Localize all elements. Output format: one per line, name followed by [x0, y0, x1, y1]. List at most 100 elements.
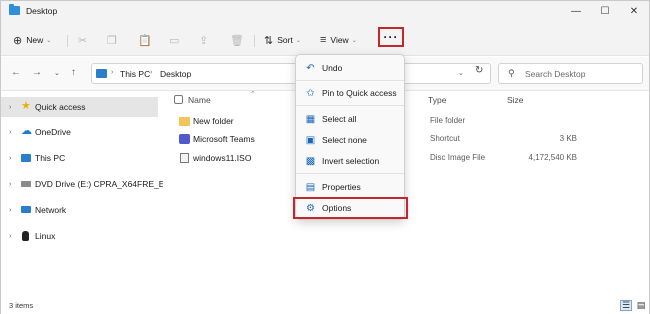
chevron-right-icon[interactable]: ›	[9, 181, 11, 188]
menu-item-properties[interactable]: ▤ Properties	[298, 178, 402, 196]
file-explorer-window: Desktop — ☐ ✕ ⊕ New ⌄ ✂ ❐ 📋 ▭ ⇪ 🗑 ⇅ Sort…	[0, 0, 650, 314]
chevron-right-icon[interactable]: ›	[9, 104, 11, 111]
menu-item-invert-selection[interactable]: ▩ Invert selection	[298, 152, 402, 170]
chevron-right-icon[interactable]: ›	[9, 129, 11, 136]
sidebar-item-linux[interactable]: › Linux	[1, 226, 158, 246]
sidebar-item-this-pc[interactable]: › This PC	[1, 148, 158, 168]
column-header-size[interactable]: Size	[507, 95, 524, 105]
file-row-new-folder[interactable]: New folder File folder	[163, 114, 649, 132]
folder-icon	[179, 117, 190, 126]
forward-button[interactable]: →	[32, 67, 42, 78]
copy-icon: ❐	[107, 34, 117, 47]
toolbar-divider	[254, 35, 255, 47]
see-more-button[interactable]: ···	[378, 27, 404, 47]
menu-item-select-all[interactable]: ▦ Select all	[298, 110, 402, 128]
network-icon	[21, 206, 31, 213]
file-row-windows11-iso[interactable]: windows11.ISO Disc Image File 4,172,540 …	[163, 151, 649, 169]
menu-item-pin-to-quick-access[interactable]: ✩ Pin to Quick access	[298, 84, 402, 102]
view-lines-icon: ≡	[320, 34, 327, 46]
column-header-name[interactable]: Name	[188, 95, 211, 105]
new-label: New	[26, 35, 44, 45]
up-button[interactable]: ↑	[71, 67, 76, 78]
rename-icon: ▭	[169, 34, 180, 47]
menu-divider	[296, 173, 404, 174]
rename-button[interactable]: ▭	[169, 31, 183, 49]
paste-icon: 📋	[138, 34, 152, 47]
search-box[interactable]: ⚲ Search Desktop	[498, 63, 643, 84]
search-placeholder: Search Desktop	[525, 69, 586, 79]
sidebar-item-dvd-drive[interactable]: › DVD Drive (E:) CPRA_X64FRE_EN-US	[1, 174, 185, 194]
penguin-icon	[22, 231, 29, 241]
recent-locations-button[interactable]: ⌄	[54, 69, 60, 77]
share-button[interactable]: ⇪	[199, 31, 212, 49]
details-view-icon[interactable]: ☰	[620, 300, 632, 311]
delete-button[interactable]: 🗑	[230, 31, 248, 49]
command-bar: ⊕ New ⌄ ✂ ❐ 📋 ▭ ⇪ 🗑 ⇅ Sort ⌄ ≡ View ⌄	[1, 23, 649, 56]
file-list: Name ⌃ Type Size New folder File folder …	[163, 91, 649, 297]
sidebar-item-onedrive[interactable]: › ☁ OneDrive	[1, 122, 158, 142]
more-dots-icon: ···	[383, 30, 399, 44]
cloud-icon: ☁	[21, 125, 32, 137]
status-bar: 3 items ☰ ▤	[1, 297, 649, 314]
new-button[interactable]: ⊕ New ⌄	[13, 31, 51, 49]
column-header-type[interactable]: Type	[428, 95, 446, 105]
scissors-icon: ✂	[78, 34, 88, 47]
chevron-right-icon: ›	[111, 69, 114, 76]
refresh-icon[interactable]: ↻	[475, 65, 483, 76]
properties-icon: ▤	[305, 181, 316, 193]
select-none-icon: ▣	[305, 134, 316, 146]
select-all-icon: ▦	[305, 113, 316, 125]
chevron-right-icon[interactable]: ›	[9, 155, 11, 162]
item-count: 3 items	[9, 301, 34, 310]
window-title: Desktop	[26, 6, 58, 16]
navigation-pane: › ★ Quick access › ☁ OneDrive › This PC …	[1, 92, 185, 297]
sort-button[interactable]: ⇅ Sort ⌄	[264, 31, 301, 49]
copy-button[interactable]: ❐	[107, 31, 121, 49]
minimize-button[interactable]: —	[563, 3, 589, 19]
menu-item-undo[interactable]: ↶ Undo	[298, 59, 402, 77]
chevron-down-icon[interactable]: ⌄	[458, 69, 464, 77]
close-button[interactable]: ✕	[621, 3, 647, 19]
tiles-view-icon[interactable]: ▤	[635, 300, 647, 311]
iso-file-icon	[180, 153, 189, 163]
maximize-button[interactable]: ☐	[592, 3, 618, 19]
breadcrumb-this-pc[interactable]: This PC	[120, 69, 150, 79]
folder-icon	[9, 4, 20, 15]
title-bar: Desktop — ☐ ✕	[1, 1, 649, 23]
chevron-down-icon: ⌄	[351, 37, 357, 44]
sort-icon: ⇅	[264, 34, 274, 47]
sidebar-item-network[interactable]: › Network	[1, 200, 158, 220]
back-button[interactable]: ←	[11, 67, 21, 78]
file-row-microsoft-teams[interactable]: Microsoft Teams Shortcut 3 KB	[163, 132, 649, 150]
sort-label: Sort	[277, 35, 293, 45]
options-highlight-box	[293, 197, 408, 219]
sidebar-item-quick-access[interactable]: › ★ Quick access	[1, 97, 158, 117]
see-more-menu: ↶ Undo ✩ Pin to Quick access ▦ Select al…	[293, 54, 408, 220]
chevron-right-icon[interactable]: ›	[9, 207, 11, 214]
cut-button[interactable]: ✂	[78, 31, 91, 49]
this-pc-icon	[96, 69, 107, 78]
chevron-down-icon: ⌄	[46, 37, 52, 44]
menu-item-select-none[interactable]: ▣ Select none	[298, 131, 402, 149]
menu-divider	[296, 80, 404, 81]
sort-ascending-icon: ⌃	[250, 91, 256, 98]
address-bar[interactable]: › This PC › Desktop ⌄	[91, 63, 491, 84]
select-all-checkbox[interactable]	[174, 95, 183, 104]
view-button[interactable]: ≡ View ⌄	[320, 31, 357, 49]
menu-divider	[296, 105, 404, 106]
breadcrumb-desktop[interactable]: Desktop	[160, 69, 191, 79]
trash-icon: 🗑	[230, 34, 244, 47]
star-icon: ★	[21, 100, 31, 112]
teams-icon	[179, 134, 190, 144]
paste-button[interactable]: 📋	[138, 31, 156, 49]
pin-icon: ✩	[306, 87, 315, 99]
invert-selection-icon: ▩	[305, 155, 316, 167]
view-label: View	[330, 35, 349, 45]
share-icon: ⇪	[199, 34, 209, 47]
chevron-right-icon[interactable]: ›	[9, 233, 11, 240]
search-icon: ⚲	[508, 68, 515, 78]
toolbar-divider	[67, 35, 68, 47]
undo-icon: ↶	[306, 62, 315, 74]
plus-circle-icon: ⊕	[13, 34, 23, 47]
disc-icon	[21, 181, 31, 187]
